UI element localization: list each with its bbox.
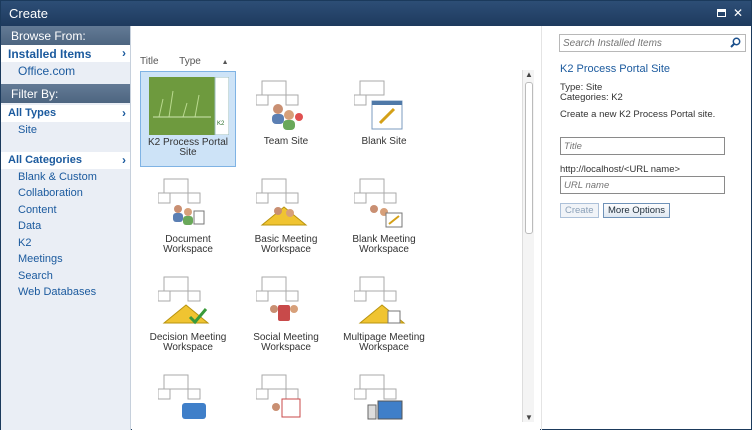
tile-label: Social Meeting Workspace bbox=[253, 332, 319, 353]
tile-social-meeting-workspace[interactable]: Social Meeting Workspace bbox=[238, 267, 334, 363]
template-gallery: Title Type ▲ K2 K2 Process Portal Site T… bbox=[132, 26, 540, 430]
title-input[interactable] bbox=[561, 138, 721, 154]
browse-from-header: Browse From: bbox=[1, 26, 130, 45]
team-site-icon bbox=[256, 80, 303, 130]
filter-by-header: Filter By: bbox=[1, 84, 130, 103]
category-collaboration[interactable]: Collaboration bbox=[1, 185, 130, 202]
scroll-thumb[interactable] bbox=[525, 82, 533, 234]
all-types-link[interactable]: All Types › bbox=[1, 105, 130, 122]
monitor-site-icon bbox=[354, 374, 403, 420]
url-field bbox=[560, 176, 725, 194]
category-blank-custom[interactable]: Blank & Custom bbox=[1, 169, 130, 186]
tile-row4-3[interactable] bbox=[336, 365, 432, 427]
installed-items-link[interactable]: Installed Items › bbox=[1, 45, 130, 62]
svg-text:K2: K2 bbox=[217, 121, 225, 127]
calendar-site-icon bbox=[256, 374, 301, 418]
tile-blank-site[interactable]: Blank Site bbox=[336, 71, 432, 167]
tile-row4-1[interactable] bbox=[140, 365, 236, 427]
scroll-down-icon[interactable]: ▼ bbox=[525, 413, 533, 422]
close-icon[interactable]: ✕ bbox=[731, 6, 745, 20]
social-meeting-icon bbox=[256, 276, 299, 321]
title-bar: Create ✕ bbox=[1, 1, 751, 26]
url-input[interactable] bbox=[561, 177, 721, 193]
more-options-button[interactable]: More Options bbox=[603, 203, 671, 218]
category-data[interactable]: Data bbox=[1, 218, 130, 235]
gallery-scrollbar[interactable]: ▲ ▼ bbox=[522, 70, 534, 422]
sort-header: Title Type ▲ bbox=[140, 56, 265, 67]
template-description: Create a new K2 Process Portal site. bbox=[560, 109, 716, 120]
type-item-site[interactable]: Site bbox=[1, 122, 130, 139]
search-box bbox=[559, 34, 746, 52]
multipage-meeting-icon bbox=[354, 276, 406, 324]
tile-k2-process-portal-site[interactable]: K2 K2 Process Portal Site bbox=[140, 71, 236, 167]
sort-ascending-icon: ▲ bbox=[221, 59, 229, 66]
document-workspace-icon bbox=[158, 178, 205, 225]
tile-label: Document Workspace bbox=[163, 234, 213, 255]
category-search[interactable]: Search bbox=[1, 268, 130, 285]
create-button[interactable]: Create bbox=[560, 203, 599, 218]
left-panel: Browse From: Installed Items › Office.co… bbox=[1, 26, 131, 430]
installed-items-label: Installed Items bbox=[8, 47, 92, 61]
chat-site-icon bbox=[158, 374, 206, 419]
tile-label: Blank Meeting Workspace bbox=[352, 234, 416, 255]
create-dialog: Create ✕ Browse From: Installed Items › … bbox=[0, 0, 752, 430]
blank-site-icon bbox=[354, 80, 403, 130]
category-k2[interactable]: K2 bbox=[1, 235, 130, 252]
categories-line: Categories: K2 bbox=[560, 92, 623, 103]
all-categories-link[interactable]: All Categories › bbox=[1, 151, 130, 169]
basic-meeting-icon bbox=[256, 178, 308, 226]
decision-meeting-icon bbox=[158, 276, 210, 325]
tile-basic-meeting-workspace[interactable]: Basic Meeting Workspace bbox=[238, 169, 334, 265]
selected-template-meta: Type: Site Categories: K2 bbox=[560, 83, 623, 103]
selected-template-title: K2 Process Portal Site bbox=[560, 63, 671, 75]
window-title: Create bbox=[9, 6, 49, 21]
tile-label: Team Site bbox=[263, 136, 309, 147]
search-input[interactable] bbox=[560, 35, 720, 51]
details-panel: K2 Process Portal Site Type: Site Catego… bbox=[541, 26, 751, 430]
tile-label: Blank Site bbox=[361, 136, 407, 147]
tile-blank-meeting-workspace[interactable]: Blank Meeting Workspace bbox=[336, 169, 432, 265]
tile-label: Basic Meeting Workspace bbox=[254, 234, 318, 255]
all-types-label: All Types bbox=[8, 107, 57, 119]
category-web-databases[interactable]: Web Databases bbox=[1, 284, 130, 301]
tile-decision-meeting-workspace[interactable]: Decision Meeting Workspace bbox=[140, 267, 236, 363]
search-icon[interactable] bbox=[730, 37, 741, 48]
sort-by-type[interactable]: Type ▲ bbox=[179, 56, 246, 67]
tile-label: Multipage Meeting Workspace bbox=[343, 332, 425, 353]
chevron-right-icon: › bbox=[122, 46, 126, 60]
sort-type-label: Type bbox=[179, 56, 201, 67]
category-content[interactable]: Content bbox=[1, 202, 130, 219]
tile-team-site[interactable]: Team Site bbox=[238, 71, 334, 167]
category-meetings[interactable]: Meetings bbox=[1, 251, 130, 268]
tile-document-workspace[interactable]: Document Workspace bbox=[140, 169, 236, 265]
tile-label: K2 Process Portal Site bbox=[147, 137, 229, 158]
tile-row4-2[interactable] bbox=[238, 365, 334, 427]
scroll-up-icon[interactable]: ▲ bbox=[525, 70, 533, 79]
k2-portal-icon: K2 bbox=[149, 77, 229, 135]
chevron-right-icon: › bbox=[122, 106, 126, 120]
sort-by-title[interactable]: Title bbox=[140, 56, 159, 67]
url-prefix: http://localhost/<URL name> bbox=[560, 164, 681, 175]
chevron-right-icon: › bbox=[122, 152, 126, 167]
office-com-link[interactable]: Office.com bbox=[1, 62, 130, 78]
tile-label: Decision Meeting Workspace bbox=[149, 332, 227, 353]
title-field bbox=[560, 137, 725, 155]
blank-meeting-icon bbox=[354, 178, 403, 228]
tile-multipage-meeting-workspace[interactable]: Multipage Meeting Workspace bbox=[336, 267, 432, 363]
maximize-icon[interactable] bbox=[715, 6, 729, 20]
all-categories-label: All Categories bbox=[8, 153, 82, 166]
